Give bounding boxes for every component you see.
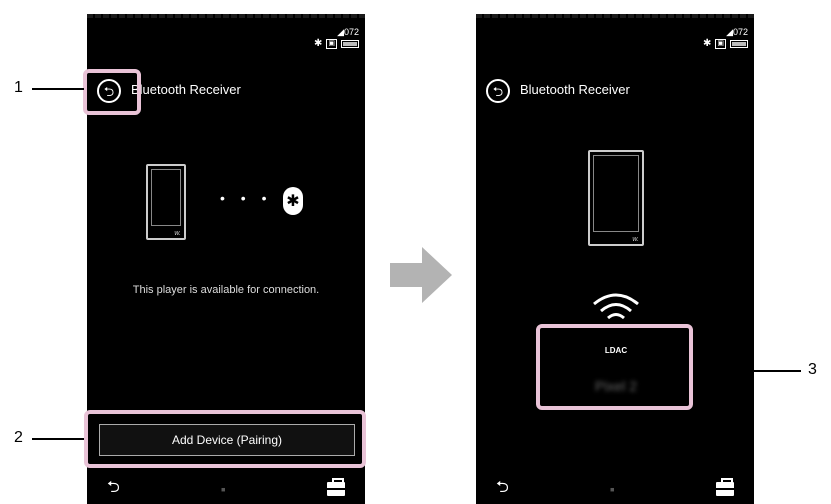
callout-1-line (32, 88, 84, 90)
callout-3: 3 (808, 361, 817, 378)
page-title: Bluetooth Receiver (131, 82, 241, 97)
screen-top-edge (87, 14, 365, 18)
callout-2: 2 (14, 429, 23, 446)
walkman-logo: w. (632, 236, 639, 243)
volume-indicator: ◢072 (337, 27, 359, 37)
volume-indicator: ◢072 (726, 27, 748, 37)
bluetooth-status-icon: ✱ (702, 38, 712, 49)
bottom-back-icon[interactable]: ⮌ (107, 476, 120, 503)
bottom-bar: ⮌ ▪ (87, 474, 365, 504)
player-icon: w. (146, 164, 186, 240)
toolbox-icon[interactable] (326, 478, 345, 496)
wireless-signal-icon (593, 293, 639, 320)
highlight-back-button (83, 69, 141, 115)
hd-status-icon: ▣ (326, 39, 337, 49)
toolbox-icon[interactable] (715, 478, 734, 496)
player-icon: w. (588, 150, 644, 246)
bluetooth-status-icon: ✱ (313, 38, 323, 49)
screen-top-edge (476, 14, 754, 18)
highlight-device-panel (536, 324, 693, 410)
hd-status-icon: ▣ (715, 39, 726, 49)
status-bar: ◢072 ✱ ▣ (703, 26, 748, 50)
callout-1: 1 (14, 79, 23, 96)
page-title: Bluetooth Receiver (520, 82, 630, 97)
highlight-pair-button (84, 410, 366, 468)
availability-message: This player is available for connection. (132, 284, 320, 296)
playback-screen-icon[interactable]: ▪ (610, 481, 615, 497)
back-button[interactable]: ⮌ (486, 79, 510, 103)
callout-3-line (693, 370, 801, 372)
battery-icon (341, 40, 359, 48)
bottom-bar: ⮌ ▪ (476, 474, 754, 504)
right-screen: ◢072 ✱ ▣ ⮌ Bluetooth Receiver w. LDAC Pi… (476, 14, 754, 504)
connection-dots-icon: • • • (220, 190, 273, 206)
bottom-back-icon[interactable]: ⮌ (496, 476, 509, 503)
walkman-logo: w. (174, 230, 181, 237)
transition-arrow-icon (390, 247, 452, 303)
playback-screen-icon[interactable]: ▪ (221, 481, 226, 497)
callout-2-line (32, 438, 84, 440)
bluetooth-icon: ✱ (283, 187, 303, 215)
status-bar: ◢072 ✱ ▣ (314, 26, 359, 50)
battery-icon (730, 40, 748, 48)
